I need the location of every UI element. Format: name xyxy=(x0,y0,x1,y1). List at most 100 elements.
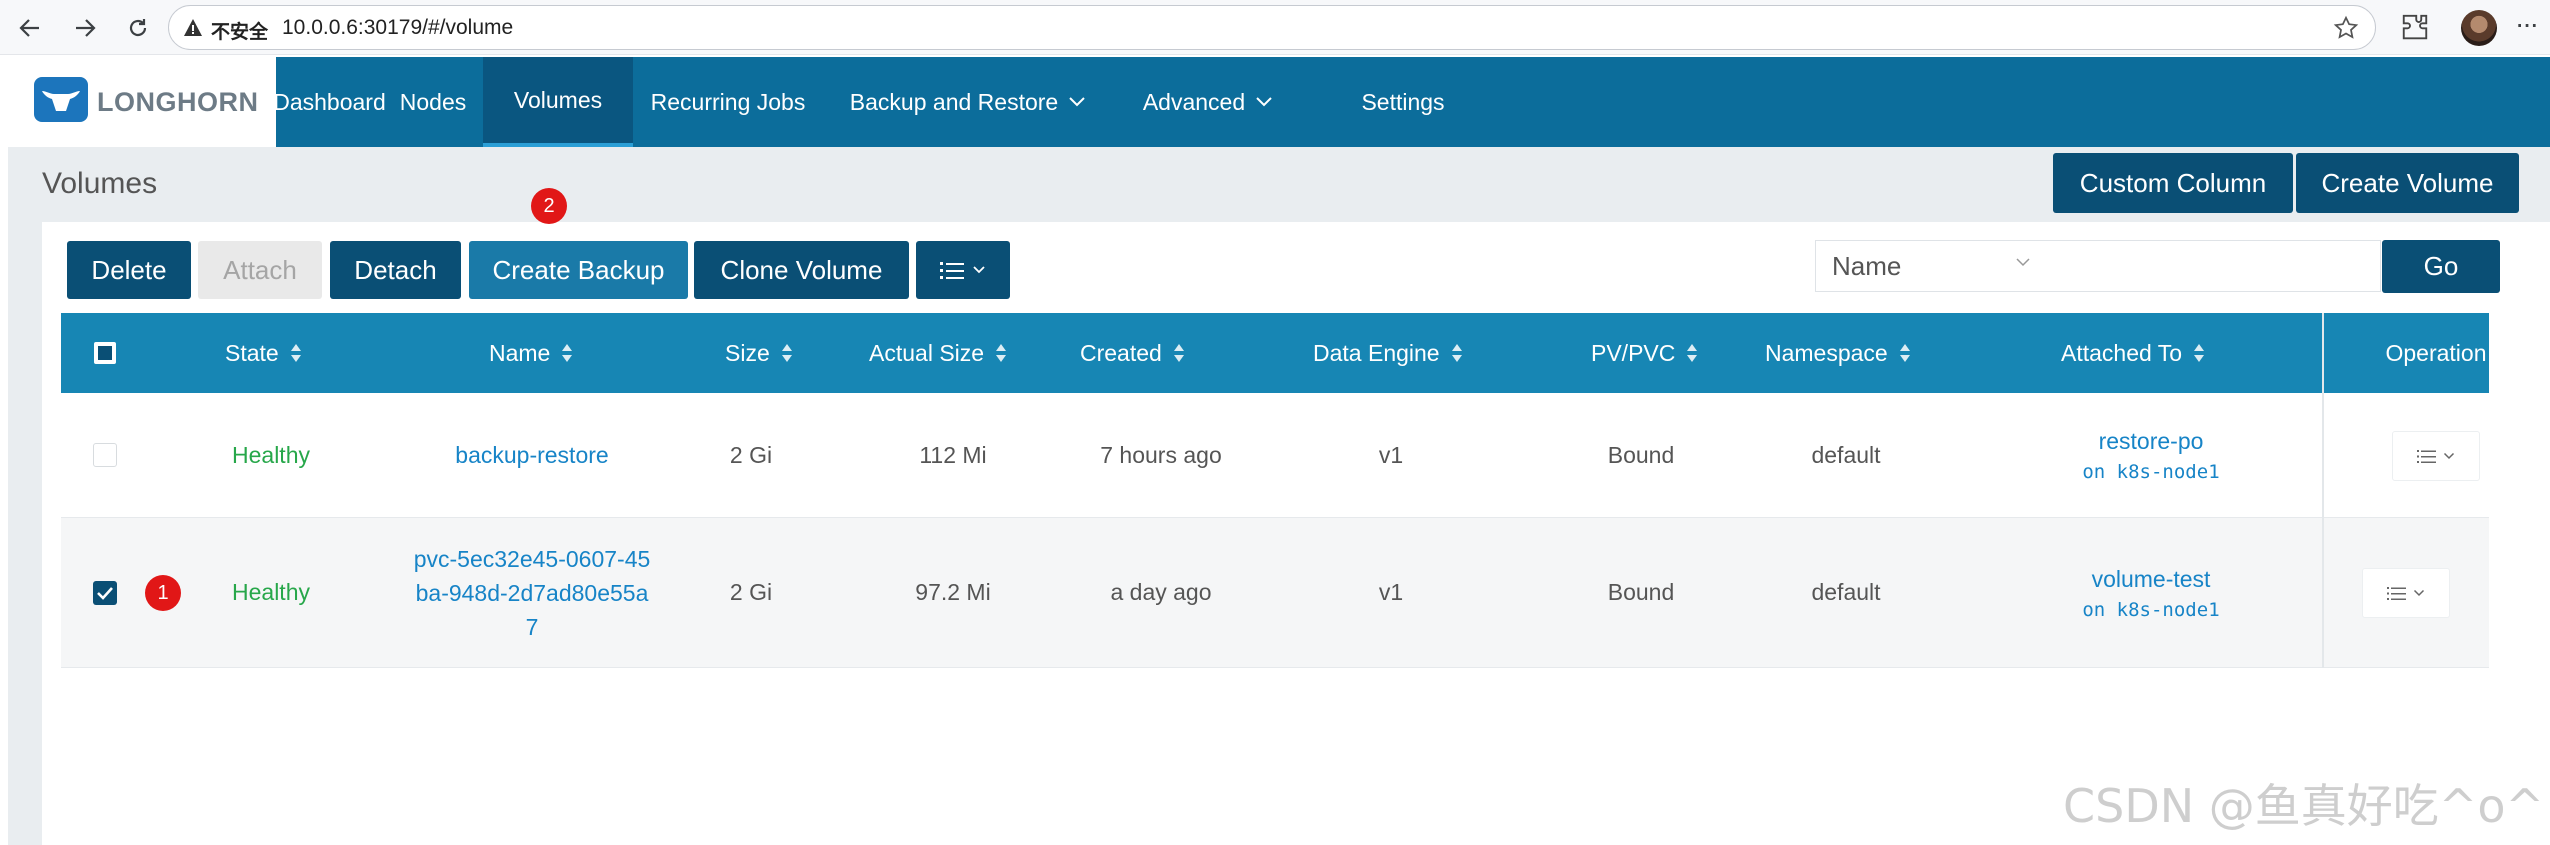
custom-column-button[interactable]: Custom Column xyxy=(2053,153,2293,213)
sort-icon xyxy=(1451,343,1462,363)
size-cell: 2 Gi xyxy=(729,441,773,468)
name-line: ba-948d-2d7ad80e55a xyxy=(415,579,649,606)
reload-button[interactable] xyxy=(120,10,156,46)
header-label: Namespace xyxy=(1765,339,1888,366)
sort-icon xyxy=(1687,343,1698,363)
data-engine-cell: v1 xyxy=(1378,441,1404,468)
nav-label: Nodes xyxy=(399,88,467,115)
row-checkbox[interactable] xyxy=(93,443,117,467)
create-volume-button[interactable]: Create Volume xyxy=(2296,153,2519,213)
app-header: LONGHORN Dashboard Nodes Volumes Recurri… xyxy=(8,57,2550,147)
nav-settings[interactable]: Settings xyxy=(1303,57,1503,147)
attached-to-cell: restore-po on k8s-node1 xyxy=(2041,393,2261,518)
nav-dashboard[interactable]: Dashboard xyxy=(273,57,386,147)
namespace-cell: default xyxy=(1811,441,1881,468)
nav-label: Recurring Jobs xyxy=(650,88,806,115)
search-input[interactable] xyxy=(2047,240,2381,292)
profile-avatar[interactable] xyxy=(2461,10,2497,46)
url-text: 10.0.0.6:30179/#/volume xyxy=(282,16,514,39)
column-header-data-engine[interactable]: Data Engine xyxy=(1313,313,1462,393)
watermark-text: CSDN @鱼真好吃^o^ xyxy=(2063,779,2545,833)
sort-icon xyxy=(2194,343,2205,363)
column-header-actual-size[interactable]: Actual Size xyxy=(869,313,1007,393)
row-operation-dropdown[interactable] xyxy=(2362,568,2450,618)
data-engine-cell: v1 xyxy=(1378,579,1404,605)
list-icon xyxy=(2417,449,2436,463)
actual-size-cell: 112 Mi xyxy=(919,441,987,468)
annotation-badge-1: 1 xyxy=(145,575,181,611)
attached-node-link[interactable]: on k8s-node1 xyxy=(2082,461,2219,483)
warning-icon xyxy=(184,19,202,36)
header-label: PV/PVC xyxy=(1591,339,1676,366)
row-operation-dropdown[interactable] xyxy=(2392,431,2480,481)
reload-icon xyxy=(129,19,147,37)
volume-name-link[interactable]: backup-restore xyxy=(427,393,637,517)
attached-pod-link[interactable]: volume-test xyxy=(2092,566,2211,593)
nav-volumes[interactable]: Volumes xyxy=(483,57,633,147)
column-header-size[interactable]: Size xyxy=(725,313,792,393)
column-header-state[interactable]: State xyxy=(225,313,301,393)
nav-label: Backup and Restore xyxy=(849,88,1059,115)
check-icon xyxy=(97,587,113,600)
nav-nodes[interactable]: Nodes xyxy=(383,57,483,147)
search-field-select[interactable]: Name xyxy=(1815,240,2048,292)
nav-advanced[interactable]: Advanced xyxy=(1113,57,1303,147)
header-label: Operation xyxy=(2385,339,2487,366)
state-cell: Healthy xyxy=(232,441,310,468)
search-go-button[interactable]: Go xyxy=(2382,240,2500,293)
pv-pvc-cell: Bound xyxy=(1607,579,1675,605)
table-row: 1 Healthy pvc-5ec32e45-0607-45 ba-948d-2… xyxy=(61,518,2489,668)
column-header-created[interactable]: Created xyxy=(1080,313,1184,393)
header-label: Data Engine xyxy=(1313,339,1440,366)
list-icon xyxy=(2387,586,2406,600)
sort-icon xyxy=(562,343,573,363)
created-cell: 7 hours ago xyxy=(1100,441,1222,468)
page-title: Volumes xyxy=(42,167,158,200)
sort-icon xyxy=(1173,343,1184,363)
column-header-pv-pvc[interactable]: PV/PVC xyxy=(1591,313,1698,393)
clone-volume-button[interactable]: Clone Volume xyxy=(694,241,909,299)
list-icon xyxy=(940,262,964,279)
column-header-namespace[interactable]: Namespace xyxy=(1765,313,1910,393)
attach-button[interactable]: Attach xyxy=(198,241,322,299)
header-label: Size xyxy=(725,339,770,366)
more-menu-icon[interactable]: ··· xyxy=(2515,8,2539,40)
chevron-down-icon xyxy=(1256,97,1272,107)
security-label: 不安全 xyxy=(211,21,269,43)
row-checkbox-checked[interactable] xyxy=(93,581,117,605)
sort-icon xyxy=(996,343,1007,363)
create-backup-button[interactable]: Create Backup xyxy=(469,241,688,299)
chevron-down-icon xyxy=(2443,452,2455,460)
extensions-icon[interactable] xyxy=(2400,12,2430,42)
address-bar[interactable]: 不安全 10.0.0.6:30179/#/volume xyxy=(168,5,2376,50)
header-label: State xyxy=(225,339,279,366)
header-label: Created xyxy=(1080,339,1162,366)
sort-icon xyxy=(1899,343,1910,363)
attached-pod-link[interactable]: restore-po xyxy=(2099,428,2204,455)
bulk-actions-dropdown[interactable] xyxy=(916,241,1010,299)
volume-name-link[interactable]: pvc-5ec32e45-0607-45 ba-948d-2d7ad80e55a… xyxy=(406,518,658,667)
attached-node-link[interactable]: on k8s-node1 xyxy=(2082,599,2219,621)
column-header-operation: Operation xyxy=(2383,313,2489,393)
column-header-name[interactable]: Name xyxy=(489,313,573,393)
detach-button[interactable]: Detach xyxy=(330,241,461,299)
forward-button[interactable] xyxy=(67,10,103,46)
header-label: Name xyxy=(489,339,551,366)
sort-icon xyxy=(781,343,792,363)
longhorn-logo-icon xyxy=(34,77,88,122)
chevron-down-icon xyxy=(2413,589,2425,597)
pv-pvc-cell: Bound xyxy=(1607,441,1675,468)
header-label: Attached To xyxy=(2061,339,2183,366)
delete-button[interactable]: Delete xyxy=(67,241,191,299)
header-label: Actual Size xyxy=(869,339,985,366)
longhorn-logo[interactable]: LONGHORN xyxy=(8,57,276,147)
column-header-attached-to[interactable]: Attached To xyxy=(2061,313,2205,393)
select-all-checkbox[interactable] xyxy=(94,342,116,364)
operation-column-divider xyxy=(2322,313,2324,668)
nav-backup-and-restore[interactable]: Backup and Restore xyxy=(823,57,1113,147)
arrow-right-icon xyxy=(76,19,96,37)
back-button[interactable] xyxy=(12,10,48,46)
attached-to-cell: volume-test on k8s-node1 xyxy=(2041,518,2261,668)
star-icon[interactable] xyxy=(2333,15,2359,41)
nav-recurring-jobs[interactable]: Recurring Jobs xyxy=(633,57,823,147)
